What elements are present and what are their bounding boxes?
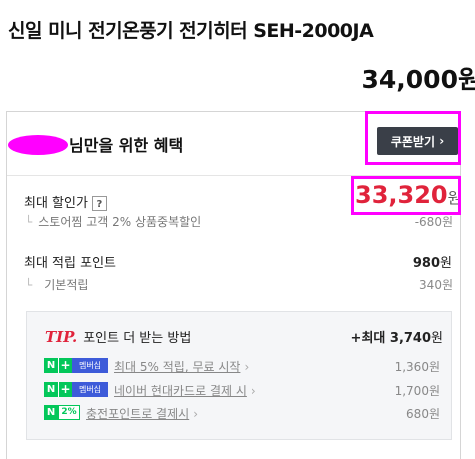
naver-n-icon: N <box>44 405 58 420</box>
chevron-right-icon: › <box>244 360 250 374</box>
membership-badge: 멤버십 <box>72 358 108 373</box>
coupon-highlight-box <box>365 111 461 165</box>
price-unit: 원 <box>457 65 475 94</box>
max-points-unit: 원 <box>440 256 452 271</box>
chevron-right-icon: › <box>193 407 198 421</box>
membership-badge: 멤버십 <box>72 382 108 397</box>
discount-detail-label: 스토어찜 고객 2% 상품중복할인 <box>38 215 202 229</box>
tip-item-charge-points: N 2% 충전포인트로 결제시 › 680원 <box>44 404 440 421</box>
tip-link-label: 네이버 현대카드로 결제 시 <box>114 384 247 398</box>
naver-n-icon: N <box>44 358 58 373</box>
tip-item-hyundai-card: N + 멤버십 네이버 현대카드로 결제 시 › 1,700원 <box>44 381 440 398</box>
redacted-username <box>8 135 68 155</box>
tip-item-value: 1,360원 <box>394 360 440 374</box>
product-title: 신일 미니 전기온풍기 전기히터 SEH-2000JA <box>8 20 374 42</box>
price-value: 34,000 <box>361 65 458 94</box>
max-points-value: 980원 <box>413 252 452 271</box>
max-points-number: 980 <box>412 256 441 271</box>
tree-branch-icon: └ <box>25 278 33 292</box>
naver-n-icon: N <box>44 382 58 397</box>
benefit-heading: 님만을 위한 혜택 <box>69 136 184 155</box>
two-percent-badge: 2% <box>58 405 80 420</box>
help-icon[interactable]: ? <box>91 196 107 211</box>
tip-item-value: 1,700원 <box>394 384 440 398</box>
tip-total-value: 3,740 <box>389 331 432 346</box>
points-detail-value: 340원 <box>419 278 453 292</box>
tip-total-unit: 원 <box>431 331 443 346</box>
tip-total: +최대 3,740원 <box>351 327 443 346</box>
tip-link-label: 충전포인트로 결제시 <box>86 407 190 421</box>
chevron-right-icon: › <box>250 384 256 398</box>
tip-title: 포인트 더 받는 방법 <box>83 331 192 346</box>
tip-heading: TIP. 포인트 더 받는 방법 <box>45 327 191 346</box>
discount-detail: └ 스토어찜 고객 2% 상품중복할인 <box>25 213 201 230</box>
product-price: 34,000원 <box>362 60 475 96</box>
tip-link-label: 최대 5% 적립, 무료 시작 <box>114 360 241 374</box>
tip-link-hyundai-card[interactable]: 네이버 현대카드로 결제 시 › <box>114 382 256 399</box>
price-highlight-box <box>351 176 461 215</box>
tip-box: TIP. 포인트 더 받는 방법 +최대 3,740원 N + 멤버십 최대 5%… <box>26 311 452 440</box>
tip-tag: TIP. <box>45 328 78 346</box>
max-points-label: 최대 적립 포인트 <box>24 256 116 271</box>
points-detail-label: 기본적립 <box>44 278 89 292</box>
tip-link-charge-points[interactable]: 충전포인트로 결제시 › <box>86 405 198 422</box>
tip-item-value: 680원 <box>406 407 440 421</box>
discount-detail-value: -680원 <box>414 215 453 229</box>
tree-branch-icon: └ <box>25 215 33 229</box>
max-discount-label: 최대 할인가? <box>24 192 107 211</box>
tip-item-membership: N + 멤버십 최대 5% 적립, 무료 시작 › 1,360원 <box>44 357 440 374</box>
tip-total-prefix: +최대 <box>350 331 386 346</box>
plus-icon: + <box>58 382 72 397</box>
benefit-panel: 님만을 위한 혜택 쿠폰받기 › 최대 할인가? 33,320원 └ 스토어찜 고… <box>6 111 461 459</box>
max-discount-text: 최대 할인가 <box>24 196 88 211</box>
plus-icon: + <box>58 358 72 373</box>
points-detail: └ 기본적립 <box>25 276 88 293</box>
tip-link-membership[interactable]: 최대 5% 적립, 무료 시작 › <box>114 358 249 375</box>
benefit-header: 님만을 위한 혜택 쿠폰받기 › <box>7 111 461 176</box>
